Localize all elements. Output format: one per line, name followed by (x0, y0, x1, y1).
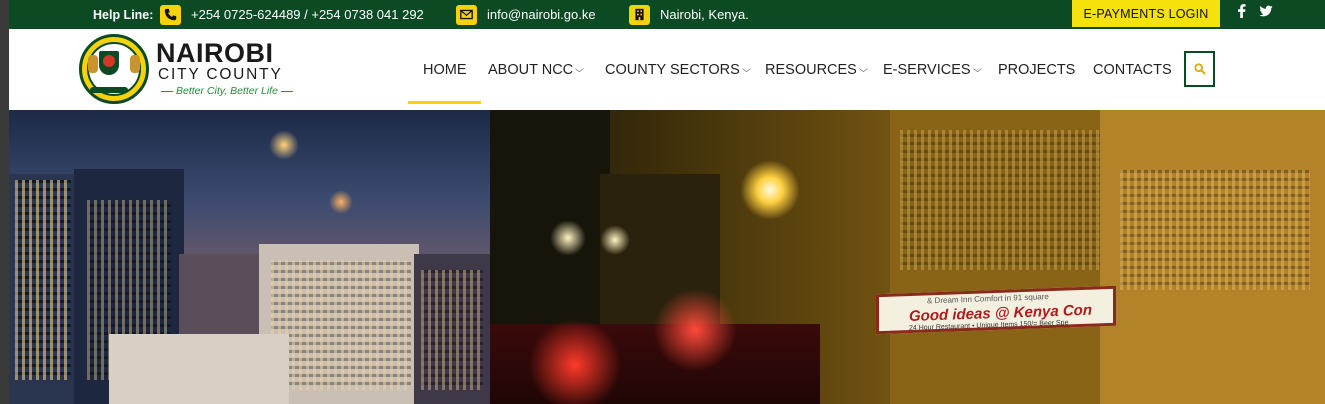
chevron-down-icon: ⌵ (741, 64, 751, 74)
email-contact[interactable]: info@nairobi.go.ke (456, 0, 596, 29)
nav-about-ncc[interactable]: ABOUT NCC ⌵ (488, 29, 584, 110)
hero-banner: & Dream Inn Comfort in 91 square Good id… (9, 110, 1325, 404)
facebook-icon[interactable] (1235, 0, 1249, 22)
hero-image-street-night: & Dream Inn Comfort in 91 square Good id… (490, 110, 1325, 404)
nav-contacts[interactable]: CONTACTS (1093, 29, 1172, 110)
nav-resources-label: RESOURCES (765, 61, 857, 78)
logo-subname: CITY COUNTY (158, 66, 283, 83)
nav-about-ncc-label: ABOUT NCC (488, 61, 574, 78)
helpline: Help Line: (93, 0, 153, 29)
nav-home-label: HOME (423, 61, 467, 78)
nav-contacts-label: CONTACTS (1093, 61, 1172, 78)
nav-projects[interactable]: PROJECTS (998, 29, 1075, 110)
top-bar: Help Line: +254 0725-624489 / +254 0738 … (9, 0, 1325, 29)
logo-tagline-text: Better City, Better Life (176, 85, 278, 97)
nav-resources[interactable]: RESOURCES ⌵ (765, 29, 868, 110)
location: Nairobi, Kenya. (629, 0, 749, 29)
street-sign: & Dream Inn Comfort in 91 square Good id… (876, 285, 1116, 335)
envelope-icon (456, 4, 477, 25)
search-button[interactable] (1184, 51, 1215, 87)
logo-name: NAIROBI (156, 38, 274, 68)
active-nav-indicator (408, 101, 481, 104)
helpline-label: Help Line: (93, 7, 154, 22)
county-seal-logo[interactable] (79, 34, 149, 104)
phone-contact[interactable]: +254 0725-624489 / +254 0738 041 292 (160, 0, 424, 29)
phone-icon (160, 4, 181, 25)
chevron-down-icon: ⌵ (858, 64, 868, 74)
nav-home[interactable]: HOME (423, 29, 467, 110)
phone-numbers[interactable]: +254 0725-624489 / +254 0738 041 292 (191, 7, 424, 22)
twitter-icon[interactable] (1259, 0, 1273, 22)
chevron-down-icon: ⌵ (575, 64, 584, 74)
search-icon (1193, 63, 1206, 75)
hero-image-city-skyline (9, 110, 490, 404)
nav-projects-label: PROJECTS (998, 61, 1076, 78)
logo-tagline: Better City, Better Life (158, 85, 296, 97)
chevron-down-icon: ⌵ (972, 64, 982, 74)
nav-e-services[interactable]: E-SERVICES ⌵ (883, 29, 982, 110)
email-address[interactable]: info@nairobi.go.ke (487, 7, 596, 22)
nav-county-sectors[interactable]: COUNTY SECTORS ⌵ (605, 29, 751, 110)
nav-county-sectors-label: COUNTY SECTORS (605, 61, 740, 78)
location-text: Nairobi, Kenya. (660, 7, 749, 22)
left-edge-strip (0, 0, 9, 404)
nav-e-services-label: E-SERVICES (883, 61, 971, 78)
e-payments-login-button[interactable]: E-PAYMENTS LOGIN (1072, 0, 1220, 27)
building-icon (629, 4, 650, 25)
main-header: NAIROBI CITY COUNTY Better City, Better … (9, 29, 1325, 110)
